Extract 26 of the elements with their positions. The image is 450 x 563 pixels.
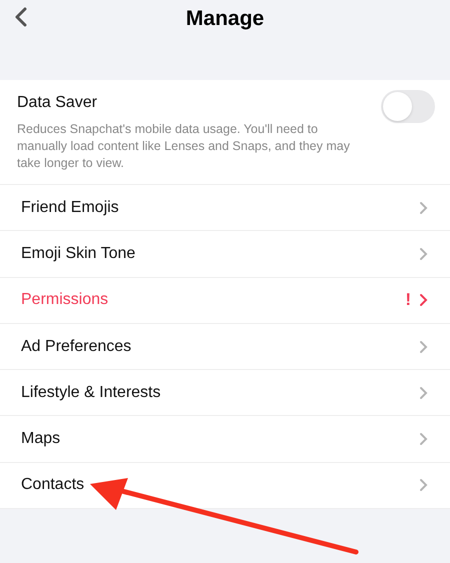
page-title: Manage [186,6,264,32]
chevron-icon [419,432,428,446]
settings-row[interactable]: Ad Preferences [0,324,450,370]
setting-label: Data Saver [17,93,98,113]
row-label: Contacts [21,475,86,496]
row-label: Permissions [21,290,110,310]
row-label: Lifestyle & Interests [21,382,162,403]
row-label: Ad Preferences [21,336,132,357]
alert-mark: ! [405,289,411,312]
settings-row[interactable]: Friend Emojis [0,185,450,232]
row-label: Friend Emojis [21,198,120,218]
settings-row[interactable]: Emoji Skin Tone [0,231,450,278]
row-label: Maps [21,429,62,450]
chevron-icon [419,340,428,354]
row-label: Emoji Skin Tone [21,244,136,264]
toggle-switch[interactable] [381,90,435,123]
back-icon[interactable] [14,7,28,27]
chevron-icon [419,246,428,261]
chevron-icon [419,478,428,492]
settings-row[interactable]: Lifestyle & Interests [0,370,450,416]
setting-description: Reduces Snapchat's mobile data usage. You'll need to manually load content like Lenses and Snaps, and they may take longer to view. [17,121,351,172]
settings-row[interactable]: Permissions ! [0,278,450,324]
chevron-icon [419,200,428,215]
chevron-icon [419,386,428,400]
chevron-icon [419,293,428,308]
settings-row[interactable]: Maps [0,416,450,463]
